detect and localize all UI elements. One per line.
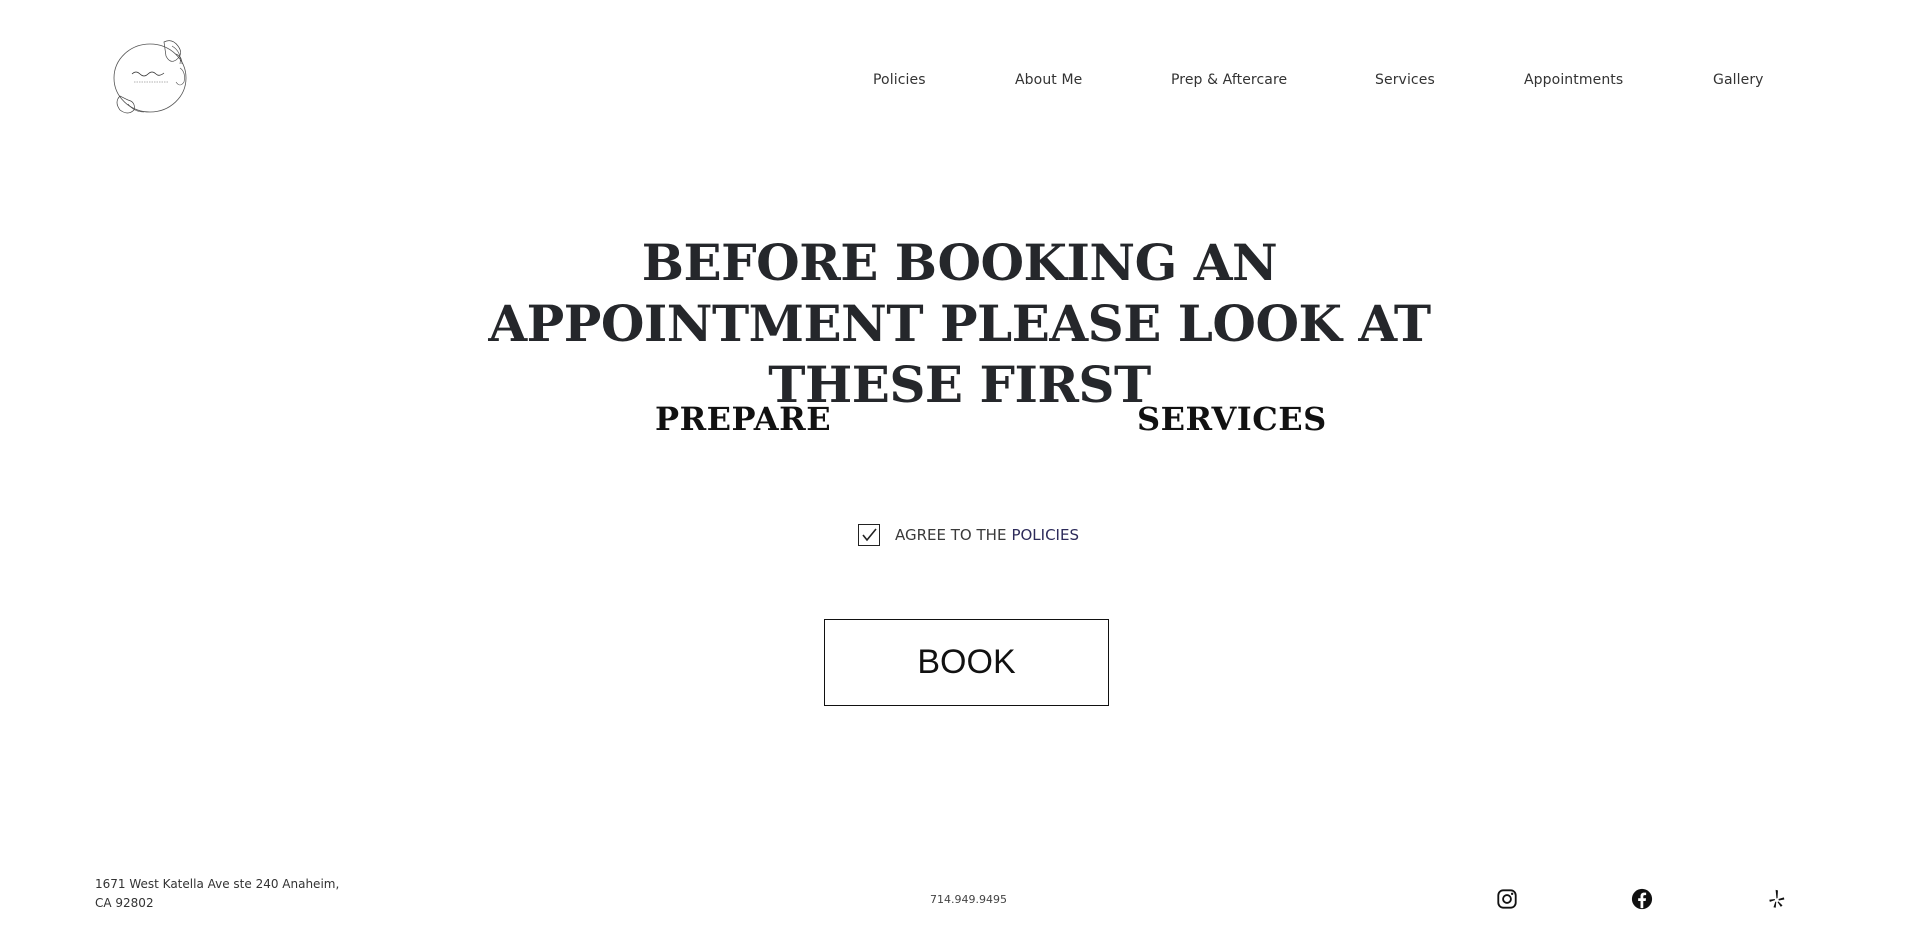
agree-checkbox[interactable] [858,524,880,546]
agree-label: AGREE TO THE [895,526,1007,544]
nav-item-services[interactable]: Services [1375,72,1435,88]
instagram-icon [1497,889,1517,909]
nav-item-appointments[interactable]: Appointments [1524,72,1623,88]
facebook-icon [1631,888,1653,910]
facebook-link[interactable] [1631,888,1653,910]
book-button[interactable]: BOOK [824,619,1109,706]
nav-item-policies[interactable]: Policies [873,72,926,88]
yelp-icon [1769,889,1785,908]
floral-wreath-logo-icon [113,40,187,114]
checkmark-icon [862,528,877,542]
services-link[interactable]: SERVICES [1137,400,1327,438]
nav-item-about-me[interactable]: About Me [1015,72,1082,88]
nav-item-prep-aftercare[interactable]: Prep & Aftercare [1171,72,1287,88]
yelp-link[interactable] [1766,888,1788,910]
prepare-link[interactable]: PREPARE [655,400,831,438]
nav-item-gallery[interactable]: Gallery [1713,72,1764,88]
instagram-link[interactable] [1496,888,1518,910]
address-line-1: 1671 West Katella Ave ste 240 Anaheim, [95,877,340,891]
address-line-2: CA 92802 [95,896,154,910]
footer-phone: 714.949.9495 [930,893,1007,906]
footer-address: 1671 West Katella Ave ste 240 Anaheim, C… [95,875,355,913]
policies-link[interactable]: POLICIES [1011,526,1079,544]
agree-policies-row: AGREE TO THE POLICIES [858,522,1079,548]
site-logo[interactable] [106,34,196,118]
page-headline: BEFORE BOOKING AN APPOINTMENT PLEASE LOO… [488,233,1431,414]
